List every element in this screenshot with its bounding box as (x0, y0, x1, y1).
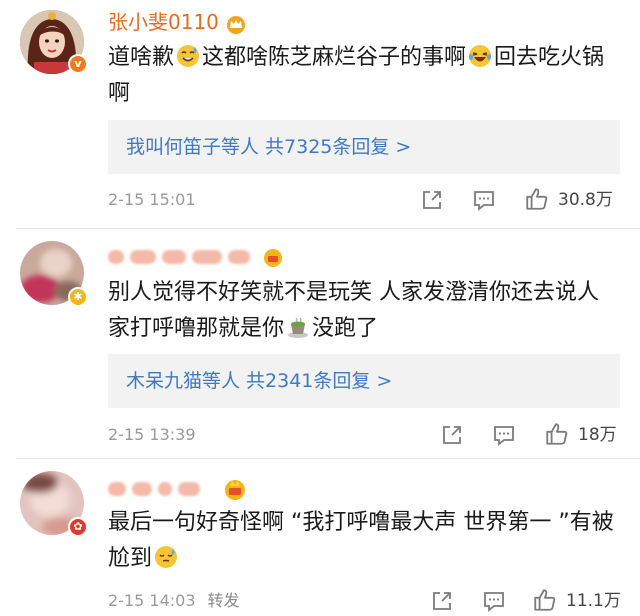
blurred-username (178, 481, 200, 496)
blurred-username (158, 481, 172, 496)
verified-badge-icon: ✿ (68, 517, 88, 537)
reply-summary-link[interactable]: 我叫何笛子等人 共7325条回复 > (126, 120, 411, 174)
reply-summary-box[interactable]: 我叫何笛子等人 共7325条回复 > (108, 120, 620, 174)
member-badge-icon (264, 248, 283, 267)
comment-2: ✱ 别人觉得不好笑就不是玩笑 人家发澄清你还去说人家打呼噜那就是你 没跑了 木呆九… (0, 229, 640, 457)
text-segment: 最后一句好奇怪啊 “我打呼噜最大声 世界第一 ”有被尬到 (108, 510, 614, 571)
comment-button[interactable] (472, 188, 496, 212)
like-icon (526, 188, 548, 210)
share-button[interactable] (440, 423, 464, 447)
like-count: 30.8万 (558, 190, 613, 210)
crown-badge-icon (227, 15, 246, 34)
blurred-username (108, 481, 126, 496)
verified-badge-icon: v (68, 54, 88, 74)
comment-text: 别人觉得不好笑就不是玩笑 人家发澄清你还去说人家打呼噜那就是你 没跑了 (108, 275, 618, 347)
comment-icon (484, 592, 504, 612)
comment-3: ✿ 最后一句好奇怪啊 “我打呼噜最大声 世界第一 ”有被尬到 2-15 14:0… (0, 459, 640, 616)
text-segment: 这都啥陈芝麻烂谷子的事啊 (202, 45, 467, 70)
blurred-username (108, 249, 124, 264)
repost-link[interactable]: 转发 (208, 591, 240, 610)
share-button[interactable] (420, 188, 444, 212)
like-button[interactable] (544, 421, 570, 447)
text-segment: 没跑了 (312, 316, 379, 341)
verified-badge-icon: ✱ (68, 287, 88, 307)
comment-text: 最后一句好奇怪啊 “我打呼噜最大声 世界第一 ”有被尬到 (108, 505, 618, 577)
blurred-username (162, 249, 186, 264)
like-icon (546, 423, 568, 445)
like-count: 18万 (578, 425, 617, 445)
share-button[interactable] (430, 589, 454, 613)
comment-text: 道啥歉 这都啥陈芝麻烂谷子的事啊 回去吃火锅啊 (108, 40, 618, 112)
username[interactable] (108, 475, 248, 500)
reply-summary-link[interactable]: 木呆九猫等人 共2341条回复 > (126, 354, 392, 408)
comment-button[interactable] (492, 423, 516, 447)
like-count: 11.1万 (566, 591, 621, 611)
share-icon (423, 191, 441, 209)
comment-icon (494, 426, 514, 446)
like-button[interactable] (524, 186, 550, 212)
reply-summary-box[interactable]: 木呆九猫等人 共2341条回复 > (108, 354, 620, 408)
like-button[interactable] (532, 587, 558, 613)
embarrassed-sweat-emoji-icon (155, 546, 178, 568)
timestamp: 2-15 15:01 (108, 190, 196, 209)
comment-1: v 张小斐0110 道啥歉 这都啥陈芝麻烂谷子的事啊 回去吃火锅啊 我叫何笛子等人 … (0, 0, 640, 228)
username[interactable] (108, 243, 284, 267)
username[interactable]: 张小斐0110 (108, 10, 247, 34)
share-icon (443, 426, 461, 444)
comment-icon (474, 191, 494, 211)
member-badge-icon (225, 479, 246, 500)
blurred-username (130, 249, 156, 264)
text-segment: 道啥歉 (108, 45, 175, 70)
sweat-smile-emoji-icon (177, 45, 200, 67)
timestamp: 2-15 14:03 (108, 591, 196, 610)
timestamp-row: 2-15 14:03 转发 (108, 591, 240, 611)
share-icon (433, 592, 451, 610)
comment-button[interactable] (482, 589, 506, 613)
username-text[interactable]: 张小斐0110 (108, 10, 219, 34)
like-icon (534, 589, 556, 611)
blurred-username (132, 481, 152, 496)
tea-cup-emoji-icon (288, 317, 309, 338)
blurred-username (192, 249, 222, 264)
timestamp: 2-15 13:39 (108, 425, 196, 444)
laughing-tears-emoji-icon (469, 45, 492, 67)
blurred-username (228, 249, 250, 264)
